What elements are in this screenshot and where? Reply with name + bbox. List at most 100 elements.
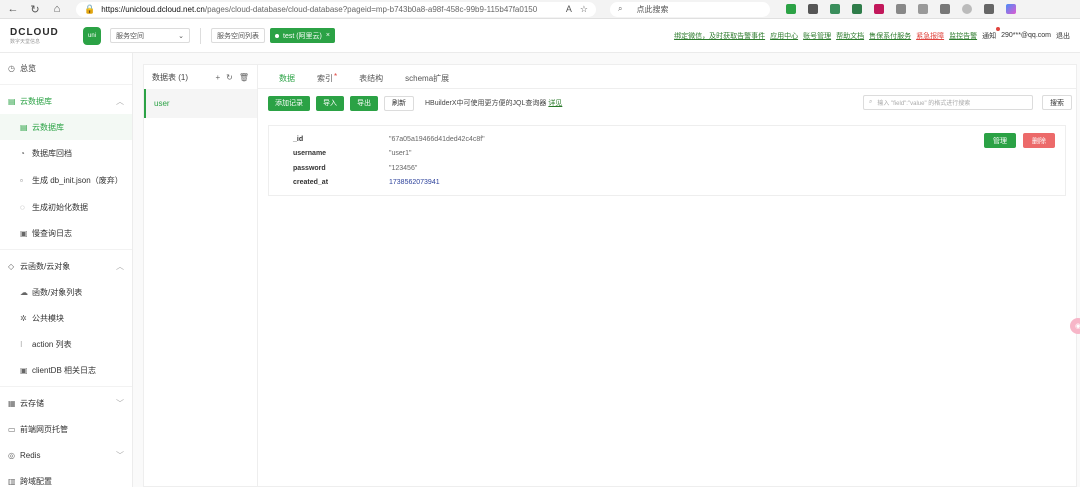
tab-index[interactable]: 索引 * — [306, 68, 348, 88]
close-icon[interactable]: × — [326, 32, 330, 39]
download-icon[interactable] — [940, 4, 950, 14]
button-label: 导出 — [357, 100, 371, 107]
sidebar-item-label: 云存储 — [20, 398, 44, 408]
sidebar-item-label: 数据库回档 — [32, 148, 72, 158]
table-item-user[interactable]: user — [144, 89, 257, 118]
table-list-header: 数据表 (1) + ↻ 🗑 — [144, 65, 257, 89]
sidebar-item-label: 跨域配置 — [20, 476, 52, 486]
main-area: ◷ 总览 ▤ 云数据库 ︿ ▤ 云数据库 ◔ 数据库回档 ▫ 生成 db_init.json… — [0, 53, 1080, 487]
uni-badge-text: uni — [87, 32, 96, 39]
account-link[interactable]: 账号管理 — [803, 31, 831, 41]
record-field: _id "67a05a19466d41ded42c4c8f" — [293, 132, 1065, 147]
table-list: 数据表 (1) + ↻ 🗑 user — [144, 65, 258, 486]
hint-link[interactable]: 详见 — [548, 100, 562, 107]
init-icon: ◌ — [20, 202, 25, 212]
divider — [200, 27, 201, 44]
sidebar-item-cloud-function[interactable]: ◇ 云函数/云对象 ︿ — [0, 253, 132, 279]
field-key: username — [293, 150, 327, 158]
refresh-button[interactable]: 刷新 — [384, 95, 414, 111]
sidebar-item-label: 总览 — [20, 63, 36, 73]
extension-icon[interactable] — [874, 4, 884, 14]
logout-link[interactable]: 退出 — [1056, 31, 1070, 41]
sidebar-item-label: 慢查询日志 — [32, 228, 72, 238]
divider — [0, 249, 132, 250]
field-value: "user1" — [389, 150, 412, 158]
add-icon[interactable]: + — [215, 73, 220, 82]
env-tag[interactable]: test (阿里云) × — [270, 28, 335, 43]
help-link[interactable]: 帮助文档 — [836, 31, 864, 41]
wechat-link[interactable]: 绑定微信，及时获取告警事件 — [674, 31, 765, 41]
tab-schema[interactable]: 表结构 — [348, 68, 394, 88]
more-icon[interactable] — [984, 4, 994, 14]
extension-icon[interactable] — [786, 4, 796, 14]
lock-icon: 🔒 — [84, 3, 96, 14]
space-select-value: 服务空间 — [116, 32, 144, 40]
logo-text: DCLOUD — [10, 26, 59, 38]
sidebar-item-web-hosting[interactable]: ▭ 前端网页托管 — [0, 416, 132, 442]
import-button[interactable]: 导入 — [316, 95, 344, 111]
sidebar-item-cloud-db-sub[interactable]: ▤ 云数据库 — [0, 114, 132, 140]
trash-icon[interactable]: 🗑 — [239, 73, 249, 82]
tab-data[interactable]: 数据 — [268, 68, 306, 88]
sidebar-item-db-rollback[interactable]: ◔ 数据库回档 — [0, 140, 132, 166]
tab-label: 表结构 — [359, 73, 384, 83]
copilot-icon[interactable] — [1006, 4, 1016, 14]
sidebar-item-init-data[interactable]: ◌ 生成初始化数据 — [0, 194, 132, 220]
favorites-icon[interactable] — [918, 4, 928, 14]
avatar[interactable] — [962, 4, 972, 14]
sidebar-item-function-list[interactable]: ☁ 函数/对象列表 — [0, 279, 132, 305]
refresh-icon[interactable]: ↻ — [28, 2, 42, 16]
rollback-icon: ◔ — [20, 148, 25, 158]
vip-link[interactable]: 售保系付服务 — [869, 31, 911, 41]
search-icon: ⌕ — [618, 4, 623, 13]
read-aloud-icon[interactable]: A — [566, 4, 572, 15]
sidebar-item-cloud-db[interactable]: ▤ 云数据库 ︿ — [0, 88, 132, 114]
address-bar[interactable]: 🔒 https://unicloud.dcloud.net.cn/pages/c… — [76, 1, 596, 17]
database-icon: ▤ — [8, 96, 16, 106]
sidebar-item-db-init[interactable]: ▫ 生成 db_init.json（废弃） — [0, 166, 132, 194]
search-button[interactable]: 搜索 — [1042, 95, 1072, 110]
table-item-label: user — [154, 99, 170, 108]
function-icon: ◇ — [8, 261, 15, 271]
sidebar-item-redis[interactable]: ◎ Redis ﹀ — [0, 442, 132, 468]
extension-icon[interactable] — [852, 4, 862, 14]
space-list-button[interactable]: 服务空间列表 — [211, 28, 265, 43]
file-icon: ▫ — [20, 175, 23, 185]
app-center-link[interactable]: 应用中心 — [770, 31, 798, 41]
tab-schema-ext[interactable]: schema扩展 — [394, 68, 460, 88]
sidebar-item-slow-log[interactable]: ▣ 慢查询日志 — [0, 220, 132, 246]
home-icon[interactable]: ⌂ — [50, 2, 64, 16]
urgent-link[interactable]: 紧急报障 — [916, 31, 944, 41]
sidebar-item-common-module[interactable]: ✲ 公共模块 — [0, 305, 132, 331]
button-label: 添加记录 — [275, 100, 303, 107]
extension-bar — [786, 4, 1016, 14]
floating-assistant-icon[interactable]: ◉ — [1070, 318, 1080, 334]
sidebar-item-cloud-storage[interactable]: ▦ 云存储 ﹀ — [0, 390, 132, 416]
sidebar-item-cors[interactable]: ▥ 跨域配置 — [0, 468, 132, 487]
log-icon: ▣ — [20, 365, 28, 375]
vue-icon[interactable] — [830, 4, 840, 14]
record-search-input[interactable]: ⌕ 输入 "field":"value" 的格式进行搜索 — [863, 95, 1033, 110]
add-record-button[interactable]: 添加记录 — [268, 95, 310, 111]
sidebar-item-clientdb-log[interactable]: ▣ clientDB 相关日志 — [0, 357, 132, 383]
user-account[interactable]: 290***@qq.com — [1001, 32, 1051, 39]
monitor-link[interactable]: 监控告警 — [949, 31, 977, 41]
space-select[interactable]: 服务空间 ⌄ — [110, 28, 190, 43]
notify-link[interactable]: 通知 — [982, 26, 1001, 41]
favorite-icon[interactable]: ☆ — [580, 4, 588, 15]
refresh-icon[interactable]: ↻ — [226, 73, 233, 82]
field-key: _id — [293, 135, 304, 143]
export-button[interactable]: 导出 — [350, 95, 378, 111]
tab-bar: 数据 索引 * 表结构 schema扩展 — [258, 65, 1076, 89]
manage-button[interactable]: 管理 — [984, 133, 1016, 148]
sidebar-item-overview[interactable]: ◷ 总览 — [0, 55, 132, 81]
sidebar-item-action-list[interactable]: ⁝ action 列表 — [0, 331, 132, 357]
dcloud-logo[interactable]: DCLOUD 数字天堂信息 — [10, 25, 65, 47]
field-key: password — [293, 164, 326, 172]
back-icon[interactable]: ← — [6, 2, 20, 16]
puzzle-icon[interactable] — [896, 4, 906, 14]
browser-search[interactable]: ⌕ 点此搜索 — [610, 1, 770, 17]
sidebar-item-label: 公共模块 — [32, 313, 64, 323]
delete-button[interactable]: 删除 — [1023, 133, 1055, 148]
extension-icon[interactable] — [808, 4, 818, 14]
